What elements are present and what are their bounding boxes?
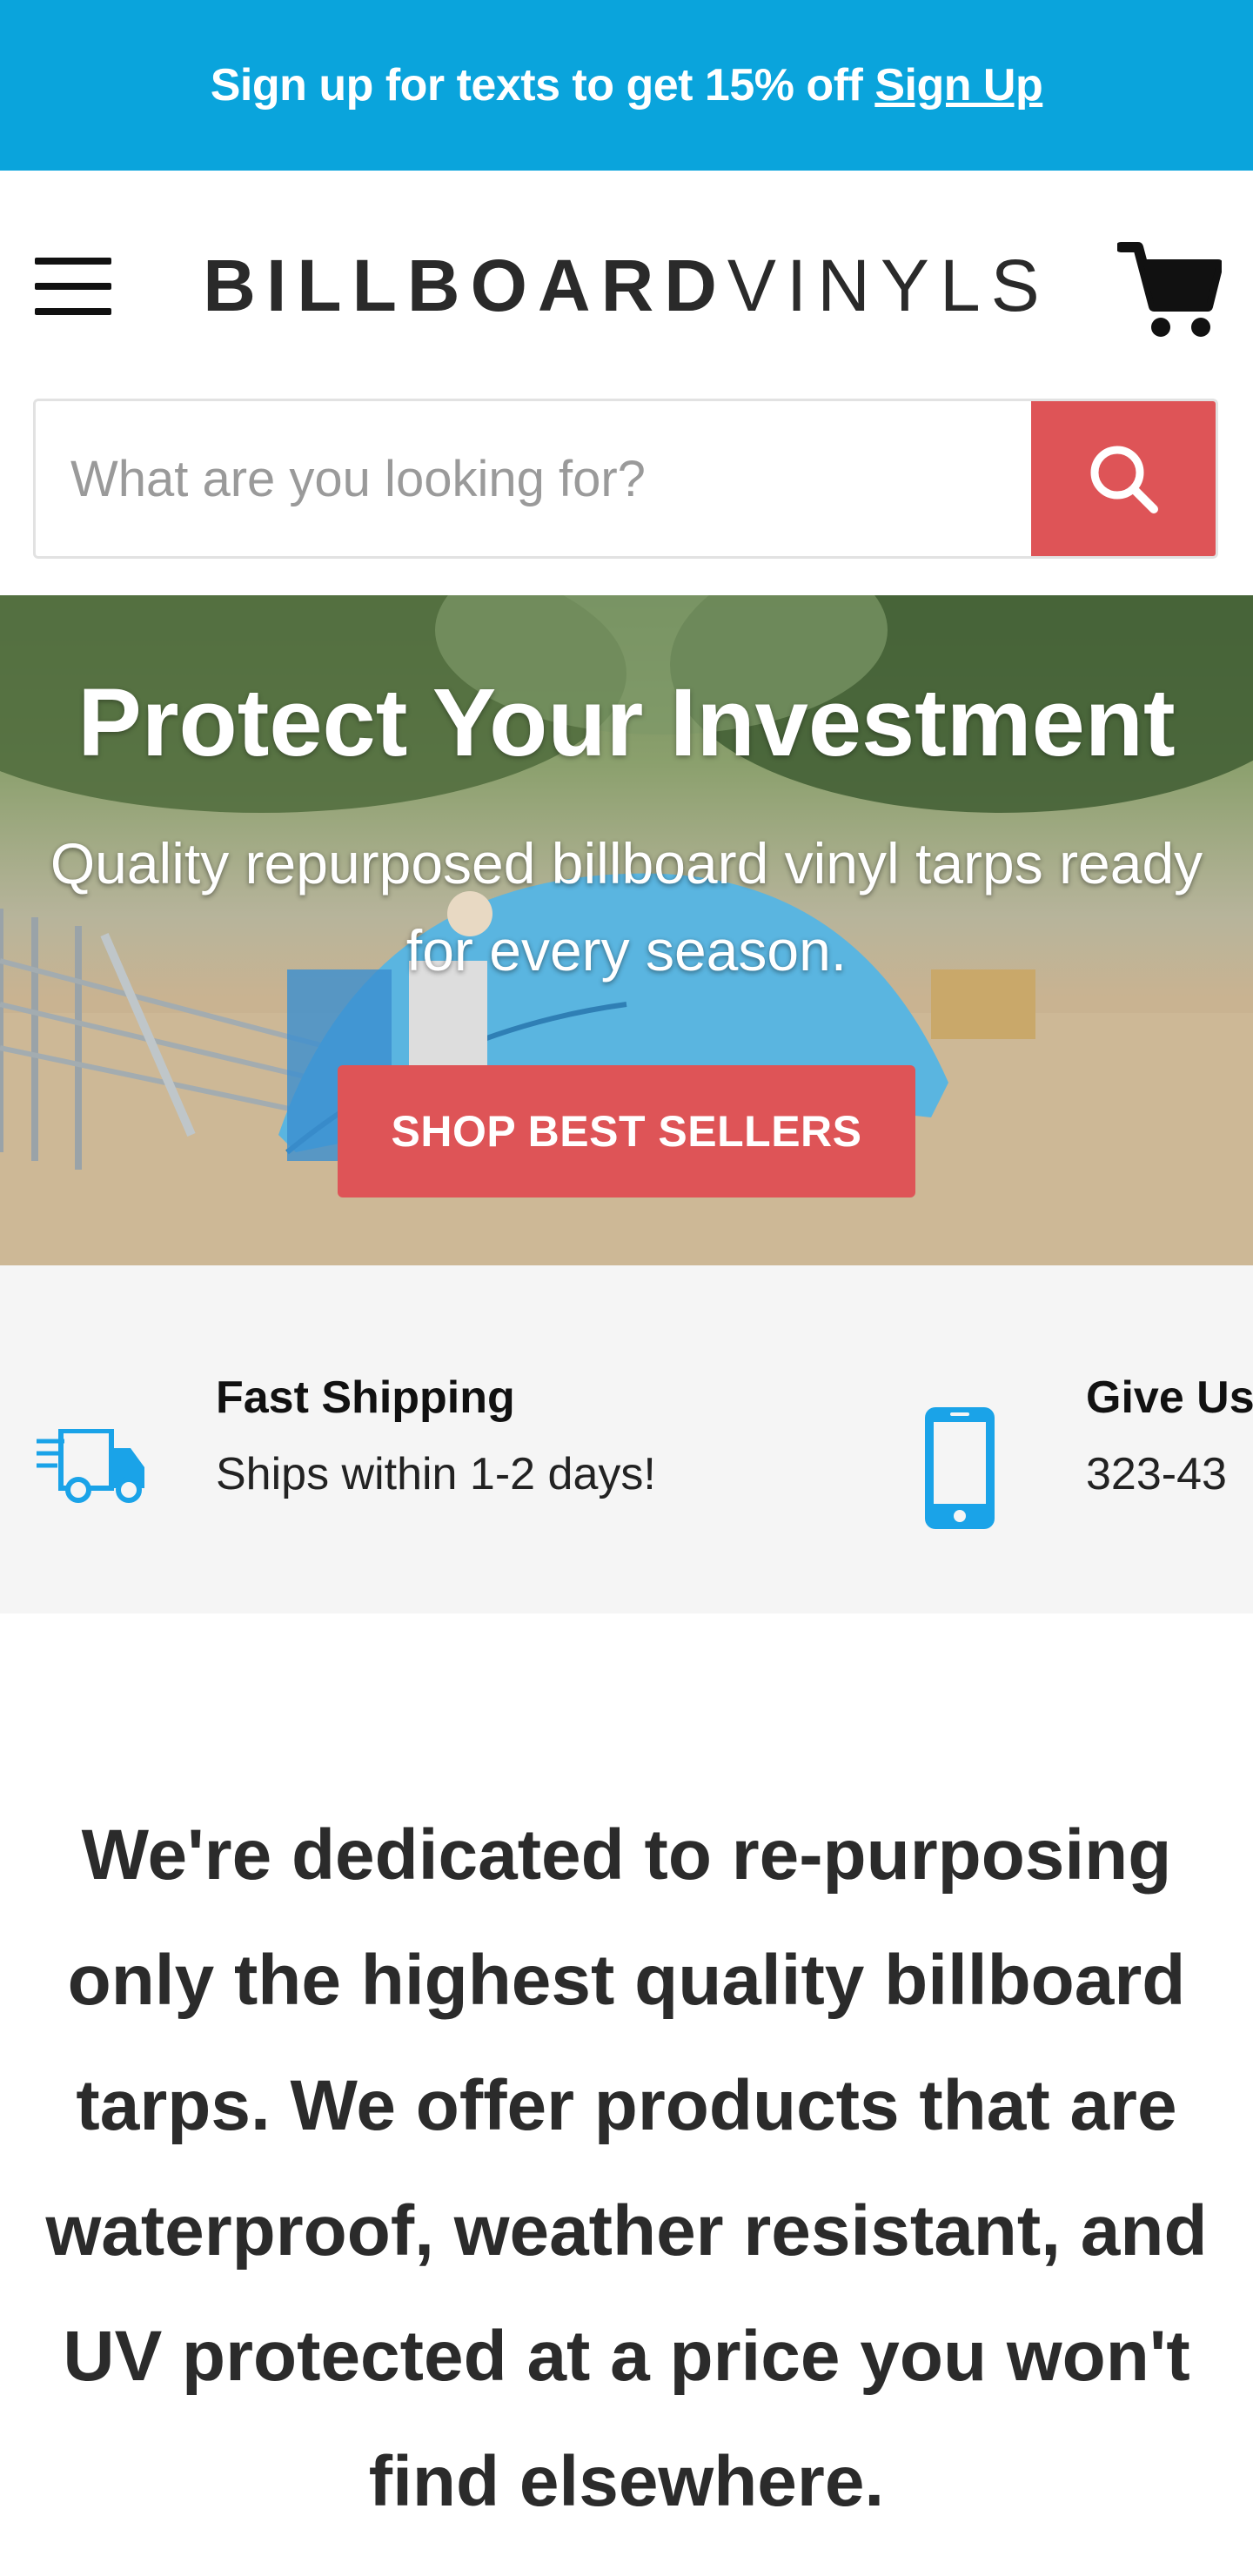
site-header: BILLBOARDVINYLS (0, 171, 1253, 397)
logo-light-text: VINYLS (727, 245, 1050, 326)
mission-statement: We're dedicated to re-purposing only the… (45, 1815, 1208, 2521)
logo-bold-text: BILLBOARD (203, 245, 727, 326)
search-icon (1090, 446, 1158, 513)
promo-banner: Sign up for texts to get 15% off Sign Up (0, 0, 1253, 171)
search-bar (33, 399, 1218, 559)
hero-banner: Protect Your Investment Quality repurpos… (0, 595, 1253, 1265)
features-strip: Fast Shipping Ships within 1-2 days! Giv… (0, 1265, 1253, 1613)
shopping-cart-icon[interactable] (1116, 238, 1223, 341)
promo-signup-link[interactable]: Sign Up (874, 59, 1042, 111)
promo-text: Sign up for texts to get 15% off (210, 60, 863, 111)
delivery-truck-icon (37, 1429, 144, 1503)
feature-contact-text: 323-43 (1086, 1449, 1227, 1499)
feature-shipping-title: Fast Shipping (216, 1372, 515, 1423)
hero-title: Protect Your Investment (77, 669, 1176, 776)
mobile-phone-icon (925, 1407, 995, 1529)
feature-contact-title: Give Us (1086, 1372, 1253, 1423)
site-logo[interactable]: BILLBOARDVINYLS (0, 242, 1253, 329)
search-button[interactable] (1031, 401, 1216, 556)
feature-shipping-text: Ships within 1-2 days! (216, 1449, 656, 1499)
shop-best-sellers-button[interactable]: SHOP BEST SELLERS (338, 1065, 915, 1197)
hero-subtitle: Quality repurposed billboard vinyl tarps… (50, 831, 1203, 983)
search-input[interactable] (36, 401, 1036, 556)
